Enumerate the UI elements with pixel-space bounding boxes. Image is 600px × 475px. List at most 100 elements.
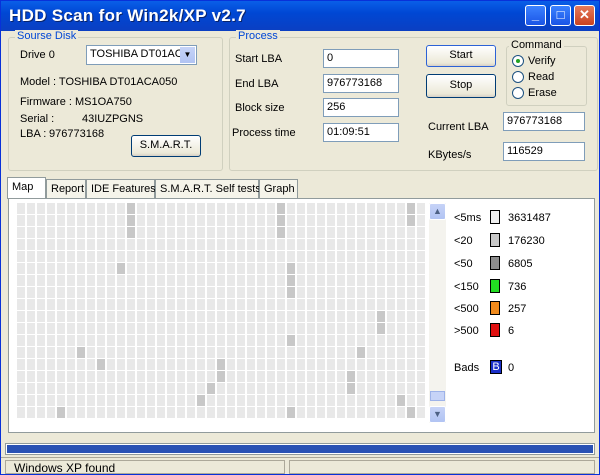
map-block xyxy=(257,323,265,334)
kbytes-field[interactable]: 116529 xyxy=(503,142,585,161)
legend-swatch xyxy=(490,256,500,270)
maximize-icon[interactable]: □ xyxy=(550,5,571,26)
verify-radio[interactable] xyxy=(512,55,524,67)
map-block xyxy=(177,395,185,406)
read-radio[interactable] xyxy=(512,71,524,83)
tab-report[interactable]: Report xyxy=(46,179,86,198)
map-block xyxy=(127,395,135,406)
chevron-down-icon[interactable]: ▼ xyxy=(180,47,195,63)
map-block xyxy=(227,287,235,298)
map-block xyxy=(387,407,395,418)
map-block xyxy=(27,383,35,394)
title-bar[interactable]: HDD Scan for Win2k/XP v2.7 _ □ ✕ xyxy=(1,1,599,31)
legend-item: <500 257 xyxy=(450,301,570,317)
legend-item-bads: Bads B 0 xyxy=(450,360,570,376)
map-block xyxy=(197,203,205,214)
map-block xyxy=(417,311,425,322)
map-block xyxy=(207,227,215,238)
map-block xyxy=(287,287,295,298)
scroll-down-icon[interactable]: ▼ xyxy=(429,406,446,423)
map-block xyxy=(407,335,415,346)
map-block xyxy=(387,347,395,358)
map-block xyxy=(117,311,125,322)
legend-label: <5ms xyxy=(454,212,482,224)
map-block xyxy=(357,275,365,286)
map-block xyxy=(357,311,365,322)
map-block xyxy=(17,275,25,286)
map-block xyxy=(37,395,45,406)
map-block xyxy=(307,299,315,310)
tab-smart-self-tests[interactable]: S.M.A.R.T. Self tests xyxy=(155,179,261,198)
map-block xyxy=(67,383,75,394)
map-block xyxy=(407,407,415,418)
start-lba-field[interactable]: 0 xyxy=(323,49,399,68)
scroll-up-icon[interactable]: ▲ xyxy=(429,203,446,220)
tab-graph[interactable]: Graph xyxy=(259,179,298,198)
map-block xyxy=(317,323,325,334)
map-block xyxy=(267,407,275,418)
erase-radio[interactable] xyxy=(512,87,524,99)
map-block xyxy=(277,323,285,334)
map-block xyxy=(77,263,85,274)
start-button[interactable]: Start xyxy=(426,45,496,67)
map-block xyxy=(177,359,185,370)
legend-count: 3631487 xyxy=(508,212,551,224)
map-block xyxy=(117,359,125,370)
close-icon[interactable]: ✕ xyxy=(574,5,595,26)
map-block xyxy=(177,407,185,418)
verify-label: Verify xyxy=(528,55,556,67)
map-block xyxy=(17,227,25,238)
map-block xyxy=(107,335,115,346)
map-block xyxy=(257,263,265,274)
map-block xyxy=(217,263,225,274)
map-block xyxy=(47,359,55,370)
block-size-field[interactable]: 256 xyxy=(323,98,399,117)
drive-select[interactable]: TOSHIBA DT01AC ▼ xyxy=(86,45,197,65)
end-lba-field[interactable]: 976773168 xyxy=(323,74,399,93)
map-block xyxy=(207,383,215,394)
map-block xyxy=(237,287,245,298)
current-lba-field[interactable]: 976773168 xyxy=(503,112,585,131)
map-block xyxy=(347,287,355,298)
map-block xyxy=(207,239,215,250)
map-block xyxy=(187,383,195,394)
smart-button[interactable]: S.M.A.R.T. xyxy=(131,135,201,157)
map-block xyxy=(267,263,275,274)
map-block xyxy=(57,347,65,358)
map-block xyxy=(47,383,55,394)
tab-map[interactable]: Map xyxy=(7,177,46,199)
map-block xyxy=(327,335,335,346)
map-block xyxy=(157,275,165,286)
map-block xyxy=(237,347,245,358)
map-block xyxy=(227,359,235,370)
map-block xyxy=(267,239,275,250)
map-block xyxy=(417,227,425,238)
map-block xyxy=(387,383,395,394)
minimize-icon[interactable]: _ xyxy=(525,5,546,26)
map-block xyxy=(47,203,55,214)
map-block xyxy=(297,251,305,262)
map-block xyxy=(147,383,155,394)
map-block xyxy=(137,215,145,226)
map-block xyxy=(67,395,75,406)
scroll-thumb[interactable] xyxy=(430,391,445,401)
map-block xyxy=(117,407,125,418)
map-block xyxy=(197,335,205,346)
map-block xyxy=(287,407,295,418)
map-block xyxy=(217,251,225,262)
legend-count: 6 xyxy=(508,325,515,337)
map-block xyxy=(177,251,185,262)
map-block xyxy=(417,203,425,214)
map-block xyxy=(207,251,215,262)
map-block xyxy=(317,407,325,418)
process-time-field[interactable]: 01:09:51 xyxy=(323,123,399,142)
map-block xyxy=(347,299,355,310)
map-block xyxy=(317,395,325,406)
stop-button[interactable]: Stop xyxy=(426,74,496,98)
map-block xyxy=(17,203,25,214)
map-block xyxy=(57,371,65,382)
map-block xyxy=(67,347,75,358)
tab-ide-features[interactable]: IDE Features xyxy=(86,179,156,198)
map-block xyxy=(367,335,375,346)
map-scrollbar[interactable]: ▲ ▼ xyxy=(429,203,446,423)
